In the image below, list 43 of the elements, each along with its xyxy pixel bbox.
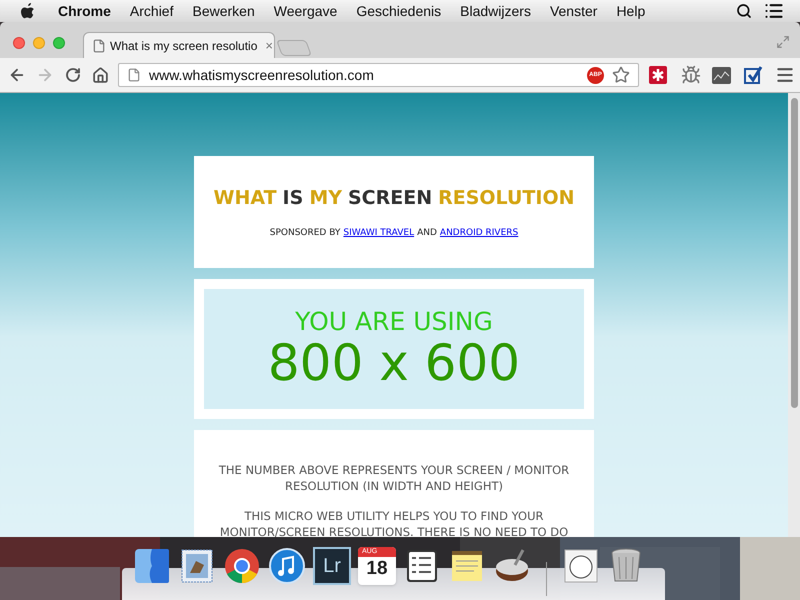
menu-item[interactable]: Bladwijzers [460, 0, 531, 22]
scrollbar[interactable] [788, 93, 800, 537]
url-text: www.whatismyscreenresolution.com [149, 66, 374, 85]
browser-tab[interactable]: What is my screen resolutio × [83, 32, 275, 58]
music-note-icon[interactable] [268, 547, 306, 585]
chart-extension-icon[interactable] [712, 66, 731, 84]
asterisk-extension-icon[interactable] [649, 66, 667, 84]
resolution-value: 800 x 600 [268, 336, 520, 390]
close-tab-button[interactable]: × [265, 36, 273, 56]
comic-figure-icon[interactable] [562, 547, 600, 585]
site-title: WHAT IS MY SCREEN RESOLUTION [213, 186, 574, 211]
app-menu[interactable]: Chrome [58, 0, 111, 22]
menu-icon[interactable] [775, 65, 795, 85]
list-icon[interactable] [764, 1, 784, 21]
bookmark-star-icon[interactable] [612, 66, 630, 84]
home-button[interactable] [92, 66, 109, 84]
sponsor-text: AND [417, 226, 437, 240]
bug-extension-icon[interactable] [681, 65, 701, 85]
sponsor-text: SPONSORED BY [270, 226, 340, 240]
checkmark-extension-icon[interactable] [743, 65, 763, 85]
menu-item[interactable]: Bewerken [192, 0, 255, 22]
tab-title: What is my screen resolutio [110, 38, 258, 54]
reload-button[interactable] [65, 67, 81, 83]
menu-item[interactable]: Help [616, 0, 646, 22]
dock-separator [546, 562, 547, 596]
page-icon [127, 68, 141, 82]
finder-icon[interactable] [133, 547, 171, 585]
sponsor-link[interactable]: ANDROID RIVERS [440, 226, 518, 240]
chrome-icon[interactable] [223, 547, 261, 585]
search-icon[interactable] [736, 3, 752, 19]
apple-logo-icon[interactable] [20, 2, 36, 20]
info-paragraph: THIS MICRO WEB UTILITY HELPS YOU TO FIND YOUR MONITOR/SCREEN RESOLUTIONS. THERE IS NO NEED TO DO [218, 508, 570, 537]
sponsor-link[interactable]: SIWAWI TRAVEL [343, 226, 414, 240]
page-icon [92, 38, 106, 52]
close-window-button[interactable] [13, 37, 25, 49]
menu-item[interactable]: Geschiedenis [356, 0, 442, 22]
info-paragraph: THE NUMBER ABOVE REPRESENTS YOUR SCREEN / MONITOR RESOLUTION (IN WIDTH AND HEIGHT) [218, 462, 570, 494]
lightroom-icon[interactable]: Lr [313, 547, 351, 585]
using-label: YOU ARE USING [295, 308, 493, 336]
back-button[interactable] [8, 66, 26, 84]
menu-item[interactable]: Venster [550, 0, 598, 22]
menu-item[interactable]: Weergave [274, 0, 338, 22]
menu-item[interactable]: Archief [130, 0, 174, 22]
